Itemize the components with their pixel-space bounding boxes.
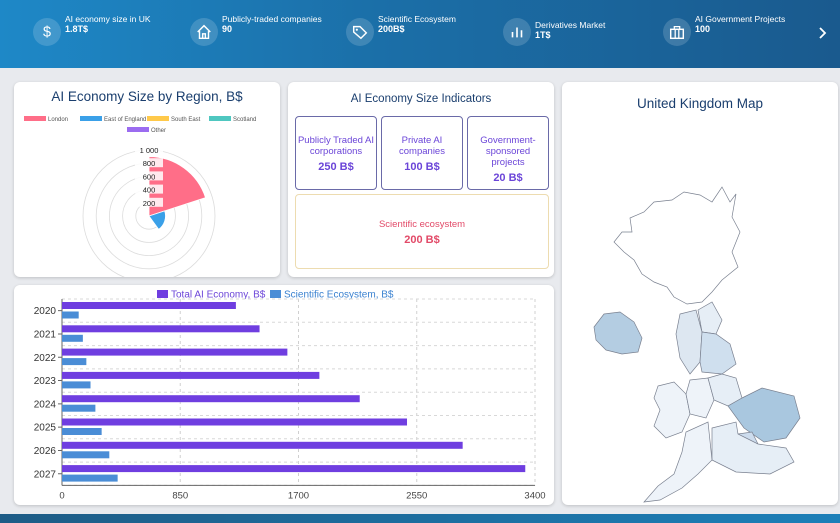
radial-tick-label: 600 [143, 172, 156, 181]
radial-tick-label: 1 000 [140, 146, 159, 155]
indicators-card: AI Economy Size Indicators Publicly Trad… [288, 82, 554, 277]
indicator-label: Government-sponsored projects [480, 135, 536, 168]
kpi-value: 90 [222, 24, 233, 34]
bar-scientific-ecosystem[interactable] [62, 404, 96, 412]
indicator-label: Publicly Traded AI corporations [297, 135, 375, 157]
region-chart-title: AI Economy Size by Region, B$ [51, 89, 243, 104]
region-south-west[interactable] [643, 421, 713, 503]
indicator-label: Scientific ecosystem [378, 219, 466, 230]
legend-swatch [157, 290, 168, 298]
x-tick-label: 3400 [524, 490, 545, 501]
x-tick-label: 1700 [288, 490, 309, 501]
x-tick-label: 0 [59, 490, 64, 501]
radial-tick-label: 800 [143, 159, 156, 168]
indicator-government-projects[interactable]: Government-sponsored projects 20 B$ [467, 116, 549, 190]
radial-tick-label: 400 [143, 186, 156, 195]
kpi-value: 200B$ [378, 24, 405, 34]
indicator-value: 250 B$ [318, 161, 354, 173]
indicators-title: AI Economy Size Indicators [350, 93, 492, 105]
kpi-value: 1.8T$ [65, 24, 89, 34]
legend-swatch [209, 116, 231, 121]
bar-total-ai-economy[interactable] [62, 325, 260, 333]
bar-scientific-ecosystem[interactable] [62, 428, 102, 435]
chevron-right-icon[interactable] [816, 24, 830, 42]
legend-label[interactable]: London [48, 117, 68, 123]
y-tick-label: 2024 [34, 399, 57, 410]
footer-bar [0, 514, 840, 523]
legend-swatch [270, 290, 281, 298]
indicator-scientific-ecosystem[interactable]: Scientific ecosystem 200 B$ [295, 194, 549, 269]
bar-scientific-ecosystem[interactable] [62, 311, 79, 319]
bar-total-ai-economy[interactable] [62, 441, 463, 449]
legend-label[interactable]: Other [151, 128, 166, 134]
economy-bar-chart-card: Total AI Economy, B$ Scientific Ecosystem… [14, 285, 554, 505]
y-tick-label: 2026 [34, 446, 57, 457]
region-northern-ireland[interactable] [593, 311, 643, 355]
region-north-west[interactable] [675, 309, 703, 375]
x-tick-label: 2550 [406, 490, 427, 501]
region-scotland[interactable] [613, 186, 741, 305]
uk-map-card: United Kingdom Map [562, 82, 838, 505]
y-tick-label: 2020 [34, 306, 57, 317]
tag-icon [346, 18, 374, 46]
y-tick-label: 2023 [34, 376, 57, 387]
legend-label[interactable]: South East [171, 117, 201, 123]
legend-swatch [80, 116, 102, 121]
kpi-bar: $ AI economy size in UK 1.8T$ Publicly-tr… [0, 0, 840, 68]
indicator-value: 100 B$ [404, 161, 440, 173]
legend-label[interactable]: East of England [104, 117, 146, 123]
building-icon [663, 18, 691, 46]
region-north-east[interactable] [697, 301, 723, 335]
region-chart-card: AI Economy Size by Region, B$ London East… [14, 82, 280, 277]
region-yorkshire[interactable] [699, 331, 737, 375]
bar-total-ai-economy[interactable] [62, 465, 526, 473]
kpi-label: Publicly-traded companies [222, 14, 322, 24]
uk-map [593, 186, 801, 503]
bar-scientific-ecosystem[interactable] [62, 334, 83, 342]
indicator-private-companies[interactable]: Private AI companies 100 B$ [381, 116, 463, 190]
kpi-label: AI economy size in UK [65, 14, 151, 24]
region-wales[interactable] [653, 381, 691, 439]
x-tick-label: 850 [172, 490, 188, 501]
radial-tick-label: 200 [143, 199, 156, 208]
bar-total-ai-economy[interactable] [62, 418, 408, 426]
kpi-label: Derivatives Market [535, 20, 606, 30]
bar-total-ai-economy[interactable] [62, 395, 360, 403]
svg-text:$: $ [43, 25, 51, 41]
kpi-label: AI Government Projects [695, 14, 786, 24]
y-tick-label: 2025 [34, 423, 57, 434]
indicator-value: 20 B$ [493, 172, 523, 184]
bar-total-ai-economy[interactable] [62, 371, 320, 379]
y-tick-label: 2022 [34, 353, 57, 364]
bar-total-ai-economy[interactable] [62, 348, 288, 356]
home-icon [190, 18, 218, 46]
region-polar-chart: London East of England South East Scotland O… [24, 116, 256, 277]
indicator-value: 200 B$ [404, 234, 440, 246]
kpi-label: Scientific Ecosystem [378, 14, 456, 24]
legend-swatch [127, 127, 149, 132]
bar-total-ai-economy[interactable] [62, 302, 236, 309]
legend-label[interactable]: Scotland [233, 117, 256, 123]
y-tick-label: 2027 [34, 469, 57, 480]
bar-scientific-ecosystem[interactable] [62, 451, 110, 459]
bar-scientific-ecosystem[interactable] [62, 381, 91, 389]
economy-bar-chart: Total AI Economy, B$ Scientific Ecosystem… [34, 290, 546, 502]
bar-scientific-ecosystem[interactable] [62, 474, 118, 482]
legend-swatch [147, 116, 169, 121]
kpi-value: 100 [695, 24, 711, 34]
kpi-value: 1T$ [535, 30, 551, 40]
indicator-publicly-traded[interactable]: Publicly Traded AI corporations 250 B$ [295, 116, 377, 190]
legend-swatch [24, 116, 46, 121]
indicator-label: Private AI companies [399, 135, 445, 157]
dollar-icon: $ [33, 18, 61, 46]
y-tick-label: 2021 [34, 329, 57, 340]
bar-scientific-ecosystem[interactable] [62, 358, 87, 366]
bar-chart-icon [503, 18, 531, 46]
